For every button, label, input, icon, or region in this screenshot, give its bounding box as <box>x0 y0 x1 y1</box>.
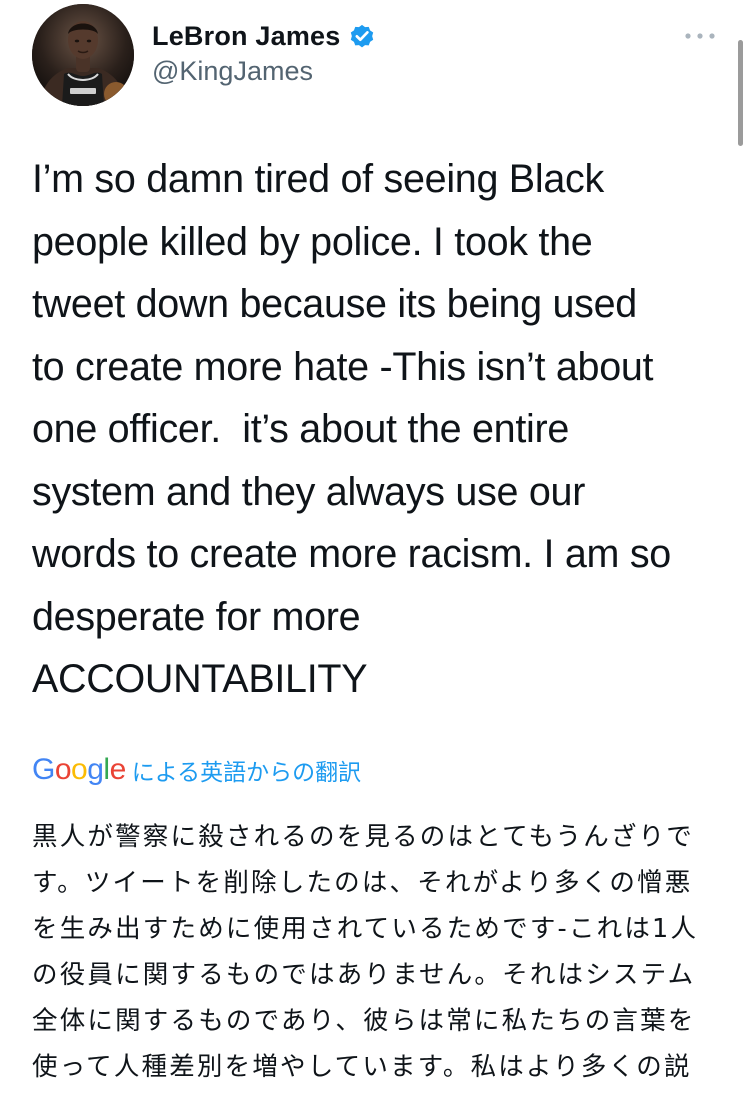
tweet-text-line: I’m so damn tired of seeing Black <box>32 157 604 201</box>
google-logo-letter: o <box>54 753 72 786</box>
tweet-text-line: tweet down because its being used <box>32 282 637 326</box>
tweet-text-line: one officer. it’s about the entire <box>32 407 570 451</box>
author-display-name[interactable]: LeBron James <box>152 21 340 52</box>
translated-text-line: す。ツイートを削除したのは、それがより多くの憎悪 <box>32 868 693 898</box>
scrollbar-thumb[interactable] <box>738 40 743 146</box>
tweet-text-line: people killed by police. I took the <box>32 219 593 264</box>
google-logo: Google <box>32 753 126 787</box>
avatar[interactable] <box>32 4 134 106</box>
tweet-header: LeBron James @KingJames <box>0 0 750 146</box>
tweet-text-line: to create more hate -This isn’t about <box>32 344 654 389</box>
tweet-body: I’m so damn tired of seeing Black people… <box>32 148 737 711</box>
verified-badge-icon <box>348 22 376 50</box>
tweet-text-line: words to create more racism. I am so <box>32 532 671 576</box>
translated-text-line: 使って人種差別を増やしています。私はより多くの説 <box>32 1052 692 1082</box>
translated-text-line: を生み出すために使用されているためです-これは1人 <box>32 914 699 944</box>
tweet-detail-screen: LeBron James @KingJames I’m so damn tire… <box>0 0 750 1096</box>
author-name-row[interactable]: LeBron James <box>152 16 376 56</box>
translated-tweet-body: 黒人が警察に殺されるのを見るのはとてもうんざりで す。ツイートを削除したのは、そ… <box>32 814 732 1090</box>
tweet-text-line: desperate for more <box>32 594 361 639</box>
google-logo-letter: G <box>32 753 55 786</box>
translated-text-line: 黒人が警察に殺されるのを見るのはとてもうんざりで <box>32 822 694 852</box>
more-options-button[interactable] <box>680 22 720 50</box>
translation-source-note[interactable]: による英語からの翻訳 <box>132 753 361 787</box>
tweet-text-line: ACCOUNTABILITY <box>32 657 368 701</box>
tweet-text-line: system and they always use our <box>32 469 586 514</box>
translated-text-line: 全体に関するものであり、彼らは常に私たちの言葉を <box>32 1006 696 1036</box>
google-logo-letter: o <box>71 753 88 786</box>
google-logo-letter: g <box>87 753 104 786</box>
translated-text-line: の役員に関するものではありません。それはシステム <box>32 960 696 990</box>
ellipsis-icon <box>685 33 715 39</box>
profile-photo <box>32 4 134 106</box>
author-handle[interactable]: @KingJames <box>152 56 313 87</box>
translation-attribution[interactable]: Google による英語からの翻訳 <box>32 752 361 788</box>
google-logo-letter: e <box>109 753 127 786</box>
